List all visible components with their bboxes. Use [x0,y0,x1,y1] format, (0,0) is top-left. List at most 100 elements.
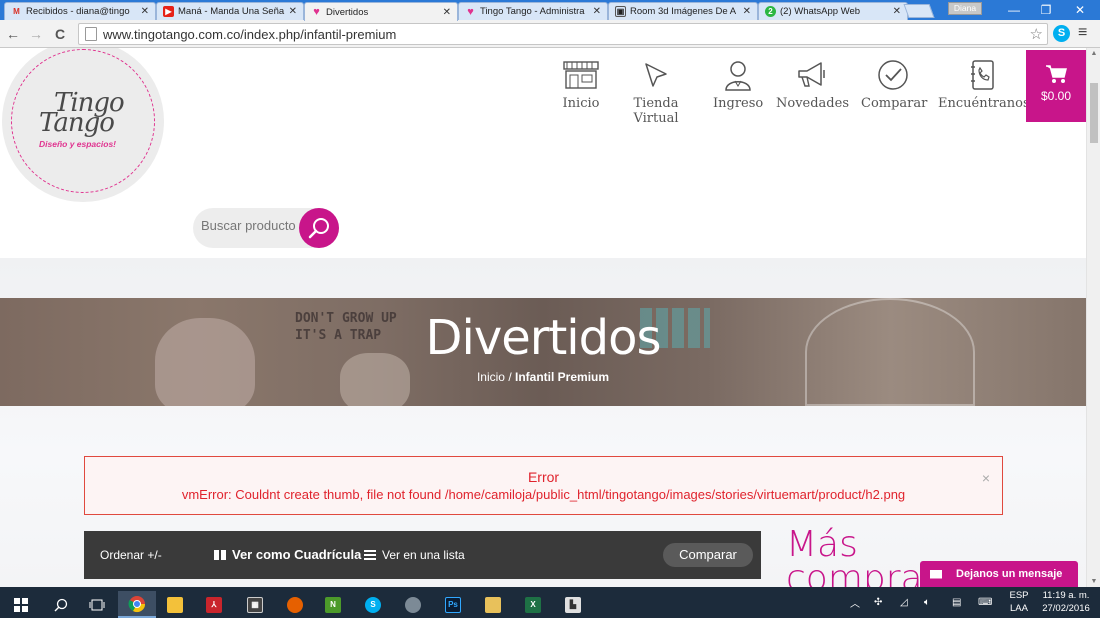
grid-view-button[interactable]: Ver como Cuadrícula [214,547,361,562]
nav-tienda-virtual[interactable]: Tienda Virtual [612,58,700,126]
keyboard-icon[interactable]: ⌨ [978,587,992,618]
restore-icon[interactable]: ❐ [1030,0,1062,20]
listing-toolbar: Ordenar +/- Ver como Cuadrícula Ver en u… [84,531,761,579]
pdf-reader-icon[interactable]: ⅄ [195,591,233,618]
green-app-icon[interactable]: N [314,591,352,618]
notifications-icon[interactable]: ▤ [952,587,961,618]
windows-start-icon[interactable] [2,591,40,618]
tab-youtube[interactable]: ▶ Maná - Manda Una Seña ✕ [156,2,304,20]
tray-chevron-icon[interactable]: ︿ [850,587,860,618]
wifi-icon[interactable]: ◿ [900,587,908,618]
order-toggle[interactable]: Ordenar +/- [100,548,162,562]
site-logo[interactable]: Tingo Tango Diseño y espacios! [2,48,164,202]
tab-title: Recibidos - diana@tingo [26,6,130,17]
media-app-icon[interactable] [394,591,432,618]
nav-encuentranos[interactable]: Encuéntranos [938,58,1030,111]
close-window-icon[interactable]: ✕ [1064,0,1096,20]
logo-word-2: Tango [39,108,115,138]
minimize-icon[interactable]: — [998,0,1030,20]
whatsapp-icon: 2 [765,6,776,17]
task-view-icon[interactable] [78,591,116,618]
list-view-button[interactable]: Ver en una lista [364,548,465,562]
tab-close-icon[interactable]: ✕ [743,6,751,17]
image-icon: ▣ [615,6,626,17]
chat-message-button[interactable]: Dejanos un mensaje [920,561,1078,587]
nav-comparar[interactable]: Comparar [861,58,928,111]
download-app-icon[interactable]: ▙ [554,591,592,618]
profile-badge[interactable]: Diana [948,2,982,15]
input-language[interactable]: ESP LAA [1007,589,1031,615]
list-view-label: Ver en una lista [382,548,465,562]
network-app-icon[interactable]: ✣ [874,587,882,618]
search-bar [193,208,339,248]
tab-whatsapp[interactable]: 2 (2) WhatsApp Web ✕ [758,2,908,20]
calculator-icon[interactable]: ▦ [236,591,274,618]
skype-icon[interactable]: S [354,591,392,618]
tab-close-icon[interactable]: ✕ [141,6,149,17]
bookmark-star-icon[interactable]: ☆ [1030,25,1043,43]
breadcrumb-home[interactable]: Inicio [477,370,505,384]
search-icon[interactable] [42,591,80,618]
scroll-down-icon[interactable]: ▼ [1087,578,1100,585]
os-taskbar: ⅄ ▦ N S Ps X ▙ ︿ ✣ ◿ 🔈︎ ▤ ⌨ ESP LAA 11:1… [0,587,1100,618]
nav-inicio[interactable]: Inicio [560,58,602,111]
tab-title: Tingo Tango - Administra [480,6,585,17]
error-title: Error [527,469,560,485]
cart-button[interactable]: $0.00 [1026,50,1086,122]
nav-label: Comparar [861,96,928,111]
browser-tab-strip: M Recibidos - diana@tingo ✕ ▶ Maná - Man… [0,0,1100,21]
skype-icon[interactable]: S [1053,25,1070,42]
search-input[interactable] [201,218,301,233]
heart-icon: ♥ [467,5,474,18]
page-icon [85,27,97,41]
excel-icon[interactable]: X [514,591,552,618]
search-button[interactable] [299,208,339,248]
user-icon [713,58,763,92]
nav-label: Novedades [776,96,849,111]
photoshop-icon[interactable]: Ps [434,591,472,618]
scrollbar-thumb[interactable] [1090,83,1098,143]
storefront-icon [560,58,602,92]
url-field[interactable]: www.tingotango.com.co/index.php/infantil… [78,23,1048,45]
tab-close-icon[interactable]: ✕ [289,6,297,17]
nav-novedades[interactable]: Novedades [776,58,849,111]
system-clock[interactable]: 11:19 a. m. 27/02/2016 [1038,589,1094,615]
cart-icon [1026,64,1086,86]
scroll-up-icon[interactable]: ▲ [1087,50,1100,57]
chrome-icon[interactable] [118,591,156,618]
nav-label: Tienda Virtual [633,96,679,126]
heart-icon: ♥ [313,6,320,18]
tab-room3d[interactable]: ▣ Room 3d Imágenes De A ✕ [608,2,758,20]
url-text: www.tingotango.com.co/index.php/infantil… [103,26,397,42]
tab-divertidos[interactable]: ♥ Divertidos ✕ [304,2,458,21]
page-viewport: Tingo Tango Diseño y espacios! Inicio Ti… [0,48,1100,587]
error-close-icon[interactable]: × [982,470,990,486]
forward-icon[interactable]: → [27,25,45,43]
firefox-icon[interactable] [276,591,314,618]
tab-close-icon[interactable]: ✕ [443,7,451,18]
nav-label: Ingreso [713,96,764,111]
tab-close-icon[interactable]: ✕ [893,6,901,17]
page-title: Divertidos [425,310,662,366]
tab-title: Room 3d Imágenes De A [630,6,737,17]
compare-button[interactable]: Comparar [663,543,753,567]
chat-label: Dejanos un mensaje [956,568,1063,580]
file-explorer-icon[interactable] [156,591,194,618]
address-bar: ← → C www.tingotango.com.co/index.php/in… [0,20,1100,48]
check-circle-icon [861,58,925,92]
reload-icon[interactable]: C [51,25,69,43]
tab-gmail[interactable]: M Recibidos - diana@tingo ✕ [4,2,156,20]
new-tab-button[interactable] [903,4,935,18]
breadcrumb: Inicio / Infantil Premium [0,370,1086,384]
tab-tingo-admin[interactable]: ♥ Tingo Tango - Administra ✕ [458,2,608,20]
tab-close-icon[interactable]: ✕ [593,6,601,17]
breadcrumb-current: Infantil Premium [515,370,610,384]
folder-icon[interactable] [474,591,512,618]
nav-ingreso[interactable]: Ingreso [713,58,763,111]
tab-title: (2) WhatsApp Web [780,6,861,17]
browser-menu-icon[interactable]: ≡ [1078,24,1087,42]
error-message: Error vmError: Couldnt create thumb, fil… [84,456,1003,515]
volume-icon[interactable]: 🔈︎ [924,587,930,618]
page-scrollbar[interactable]: ▲ ▼ [1086,48,1100,587]
back-icon[interactable]: ← [4,25,22,43]
